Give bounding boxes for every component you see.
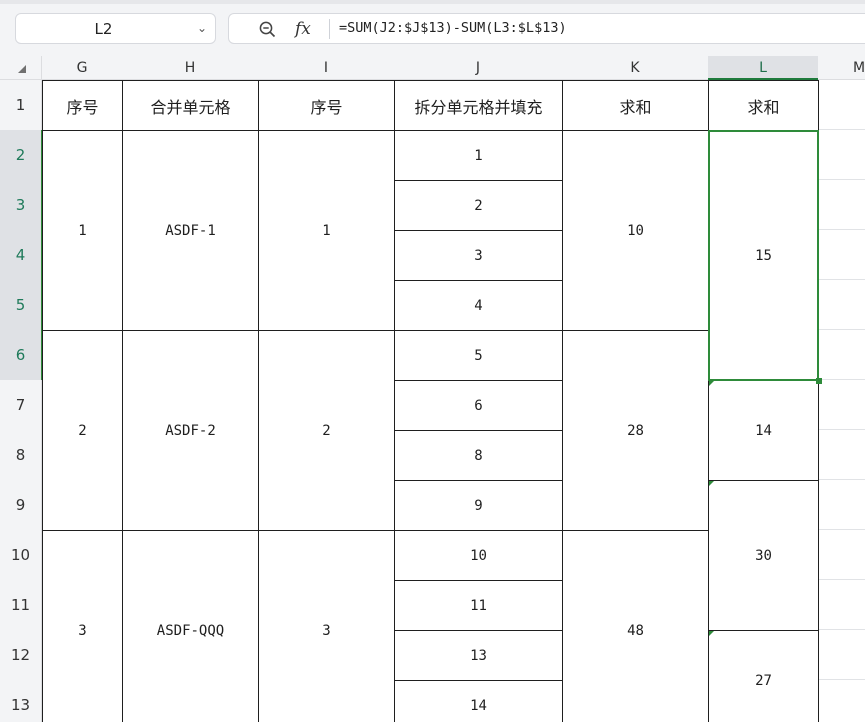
header-cell-k[interactable]: 求和	[562, 80, 709, 131]
formula-separator	[329, 19, 330, 39]
column-header-h[interactable]: H	[122, 56, 259, 80]
cell-i-group-2[interactable]: 2	[258, 330, 395, 531]
cell-j6[interactable]: 5	[394, 330, 563, 381]
cell-l-block-2[interactable]: 14	[708, 380, 819, 481]
cell-j10[interactable]: 10	[394, 530, 563, 581]
cell-j13[interactable]: 14	[394, 680, 563, 722]
cell-g-group-1[interactable]: 1	[42, 130, 123, 331]
chevron-down-icon[interactable]: ⌄	[197, 14, 207, 43]
row-header-3[interactable]: 3	[0, 180, 42, 231]
row-header-13[interactable]: 13	[0, 680, 42, 722]
column-header-l[interactable]: L	[708, 56, 819, 80]
zoom-out-icon[interactable]	[259, 21, 276, 38]
header-cell-i[interactable]: 序号	[258, 80, 395, 131]
cell-k-group-3[interactable]: 48	[562, 530, 709, 722]
function-icon[interactable]: fx	[295, 16, 311, 43]
header-cell-g[interactable]: 序号	[42, 80, 123, 131]
header-cell-j[interactable]: 拆分单元格并填充	[394, 80, 563, 131]
cell-k-group-1[interactable]: 10	[562, 130, 709, 331]
name-box-value: L2	[94, 20, 113, 38]
row-header-6[interactable]: 6	[0, 330, 42, 381]
cell-l-block-4[interactable]: 27	[708, 630, 819, 722]
row-header-2[interactable]: 2	[0, 130, 42, 181]
select-all-corner[interactable]	[0, 56, 42, 80]
header-cell-l[interactable]: 求和	[708, 80, 819, 131]
cell-j12[interactable]: 13	[394, 630, 563, 681]
row-header-4[interactable]: 4	[0, 230, 42, 281]
formula-text[interactable]: =SUM(J2:$J$13)-SUM(L3:$L$13)	[339, 14, 567, 43]
row-header-1[interactable]: 1	[0, 80, 42, 131]
cell-g-group-3[interactable]: 3	[42, 530, 123, 722]
cell-i-group-1[interactable]: 1	[258, 130, 395, 331]
row-header-10[interactable]: 10	[0, 530, 42, 581]
spreadsheet-grid[interactable]: G H I J K L M 1 2 3 4 5 6 7 8 9 10 11 12 13 序号 合并单元格 序号 拆分单元格并填…	[0, 56, 865, 722]
column-header-j[interactable]: J	[394, 56, 563, 80]
cell-g-group-2[interactable]: 2	[42, 330, 123, 531]
column-header-i[interactable]: I	[258, 56, 395, 80]
name-box[interactable]: L2 ⌄	[15, 13, 216, 44]
cell-flag-icon	[709, 631, 714, 636]
cell-h-group-2[interactable]: ASDF-2	[122, 330, 259, 531]
cell-l-block-1[interactable]: 15	[708, 130, 819, 381]
cell-j8[interactable]: 8	[394, 430, 563, 481]
row-header-7[interactable]: 7	[0, 380, 42, 431]
row-header-11[interactable]: 11	[0, 580, 42, 631]
formula-bar: L2 ⌄ fx =SUM(J2:$J$13)-SUM(L3:$L$13)	[0, 0, 865, 56]
cell-j5[interactable]: 4	[394, 280, 563, 331]
row-header-5[interactable]: 5	[0, 280, 42, 331]
cell-j3[interactable]: 2	[394, 180, 563, 231]
row-header-12[interactable]: 12	[0, 630, 42, 681]
column-header-m[interactable]: M	[818, 56, 865, 80]
cell-flag-icon	[709, 381, 714, 386]
header-cell-h[interactable]: 合并单元格	[122, 80, 259, 131]
column-header-g[interactable]: G	[42, 56, 123, 80]
cell-h-group-1[interactable]: ASDF-1	[122, 130, 259, 331]
fill-handle[interactable]	[816, 378, 822, 384]
cell-j2[interactable]: 1	[394, 130, 563, 181]
cell-flag-icon	[709, 481, 714, 486]
cell-j4[interactable]: 3	[394, 230, 563, 281]
cell-j11[interactable]: 11	[394, 580, 563, 631]
row-header-9[interactable]: 9	[0, 480, 42, 531]
cell-h-group-3[interactable]: ASDF-QQQ	[122, 530, 259, 722]
cell-j9[interactable]: 9	[394, 480, 563, 531]
cell-l-block-3[interactable]: 30	[708, 480, 819, 631]
cell-i-group-3[interactable]: 3	[258, 530, 395, 722]
cell-j7[interactable]: 6	[394, 380, 563, 431]
toolbar-edge	[0, 0, 865, 4]
cell-k-group-2[interactable]: 28	[562, 330, 709, 531]
select-all-icon	[18, 65, 26, 73]
formula-input[interactable]: fx =SUM(J2:$J$13)-SUM(L3:$L$13)	[228, 13, 865, 44]
column-header-k[interactable]: K	[562, 56, 709, 80]
row-header-8[interactable]: 8	[0, 430, 42, 481]
